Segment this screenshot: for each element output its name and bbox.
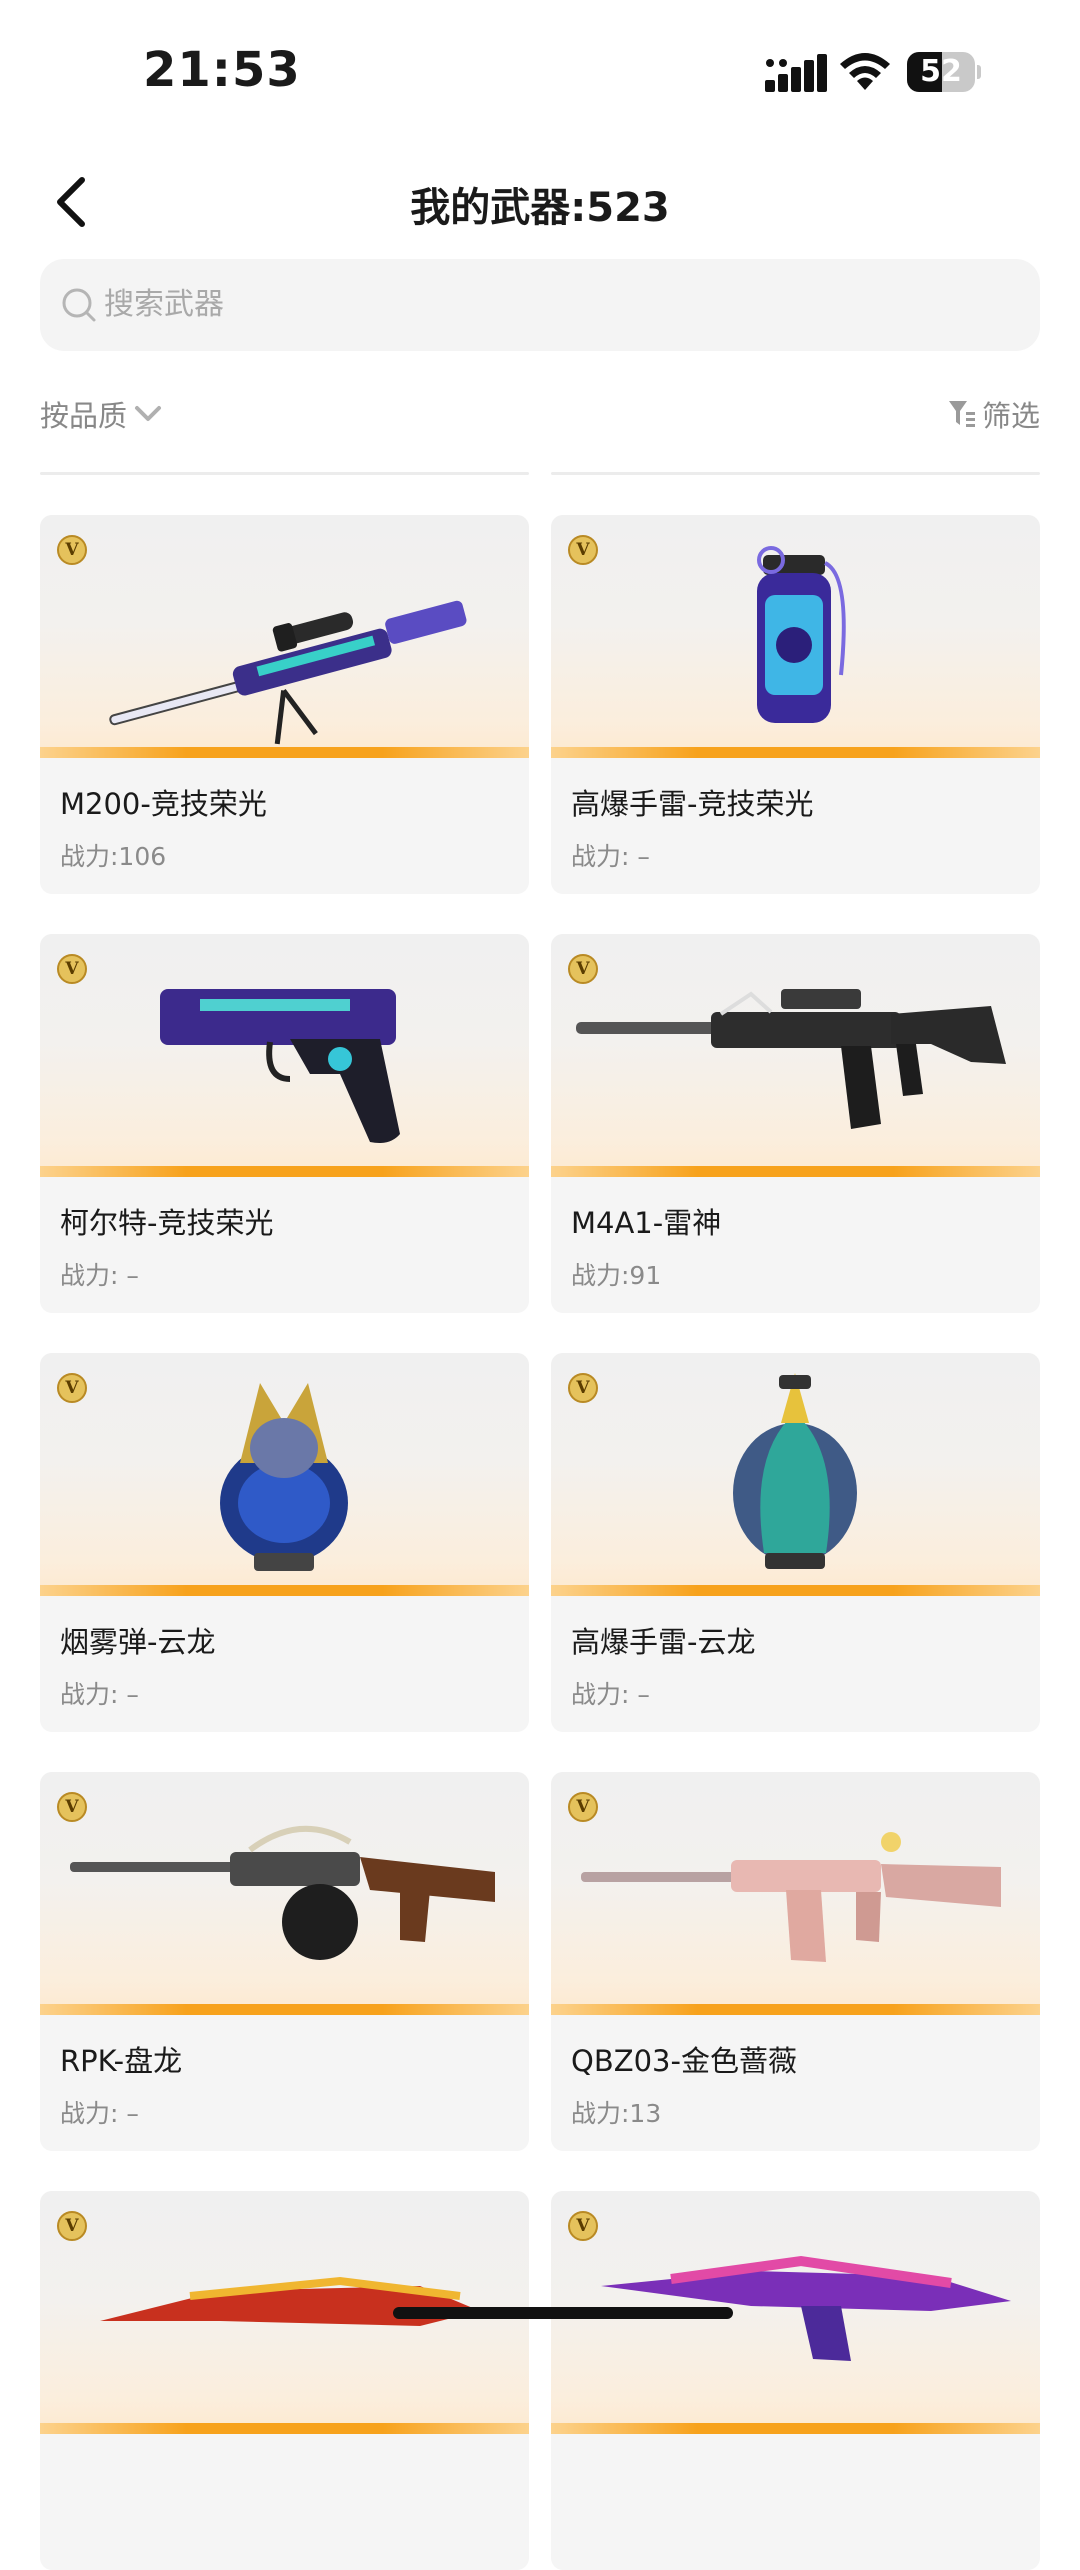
weapon-image: V	[551, 934, 1040, 1177]
grenade-icon	[757, 546, 846, 723]
v-badge: V	[57, 1373, 87, 1403]
weapon-card[interactable]: V 烟雾弹-云龙 战力: –	[40, 1353, 529, 1732]
weapon-power: 战力:13	[571, 2099, 662, 2128]
signal-icon	[765, 54, 827, 92]
weapon-name: 柯尔特-竞技荣光	[60, 1206, 274, 1240]
status-bar: 21:53 52	[0, 0, 1080, 130]
v-badge: V	[568, 1373, 598, 1403]
grenade-icon	[733, 1373, 857, 1569]
weapon-card[interactable]: V 高爆手雷-云龙 战力: –	[551, 1353, 1040, 1732]
weapon-image: V	[551, 1772, 1040, 2015]
weapon-power: 战力:91	[571, 1261, 662, 1290]
weapon-power: 战力: –	[60, 1261, 139, 1290]
search-icon	[62, 288, 96, 322]
weapon-name: M4A1-雷神	[571, 1206, 722, 1240]
v-badge: V	[568, 954, 598, 984]
weapon-power: 战力: –	[571, 1680, 650, 1709]
weapon-card[interactable]: V	[551, 2191, 1040, 2570]
pistol-icon	[160, 989, 400, 1143]
v-badge: V	[568, 535, 598, 565]
weapon-name: 高爆手雷-竞技荣光	[571, 787, 814, 821]
weapon-image: V	[40, 1772, 529, 2015]
home-indicator[interactable]	[393, 2307, 733, 2319]
battery-level-text: 52	[920, 54, 962, 89]
status-time: 21:53	[143, 42, 301, 98]
weapon-power: 战力: –	[571, 842, 650, 871]
v-badge: V	[57, 2211, 87, 2241]
weapon-card[interactable]: V 柯尔特-竞技荣光 战力: –	[40, 934, 529, 1313]
weapon-power: 战力: –	[60, 1680, 139, 1709]
weapon-card[interactable]: V	[40, 2191, 529, 2570]
weapon-name: QBZ03-金色蔷薇	[571, 2044, 797, 2078]
weapon-power: 战力:106	[60, 842, 167, 871]
weapon-image: V	[40, 1353, 529, 1596]
smoke-grenade-icon	[220, 1383, 348, 1571]
search-placeholder: 搜索武器	[104, 287, 224, 322]
machine-gun-icon	[70, 1825, 495, 1960]
sort-quality-dropdown[interactable]: 按品质	[40, 394, 163, 434]
weapon-image: V	[40, 934, 529, 1177]
assault-rifle-icon	[581, 1832, 1001, 1962]
v-badge: V	[568, 1792, 598, 1822]
battery-body: 52	[907, 52, 975, 92]
page-title: 我的武器:523	[410, 185, 670, 231]
battery-indicator: 52	[907, 52, 981, 92]
chevron-down-icon	[135, 406, 162, 421]
weapon-image: V	[551, 1353, 1040, 1596]
v-badge: V	[568, 2211, 598, 2241]
weapon-card[interactable]: V RPK-盘龙 战力: –	[40, 1772, 529, 2151]
search-input[interactable]: 搜索武器	[40, 259, 1040, 351]
battery-cap	[977, 65, 981, 79]
filter-button[interactable]: 筛选	[948, 394, 1040, 434]
weapon-card[interactable]: V M4A1-雷神 战力:91	[551, 934, 1040, 1313]
weapon-image: V	[40, 515, 529, 758]
weapon-name: 高爆手雷-云龙	[571, 1625, 756, 1659]
v-badge: V	[57, 954, 87, 984]
weapon-image: V	[551, 515, 1040, 758]
weapon-name: M200-竞技荣光	[60, 787, 267, 821]
filter-label: 筛选	[981, 399, 1040, 433]
wifi-icon	[840, 53, 890, 90]
weapon-name: RPK-盘龙	[60, 2044, 183, 2078]
card-peek-divider	[40, 472, 529, 475]
weapon-name: 烟雾弹-云龙	[60, 1625, 216, 1659]
assault-rifle-icon	[576, 989, 1006, 1129]
weapon-card[interactable]: V QBZ03-金色蔷薇 战力:13	[551, 1772, 1040, 2151]
v-badge: V	[57, 1792, 87, 1822]
sort-label: 按品质	[40, 399, 128, 433]
weapon-card[interactable]: V M200-竞技荣光 战力:106	[40, 515, 529, 894]
filter-icon	[948, 401, 975, 427]
sniper-rifle-icon	[109, 600, 467, 745]
v-badge: V	[57, 535, 87, 565]
weapon-power: 战力: –	[60, 2099, 139, 2128]
card-peek-divider	[551, 472, 1040, 475]
weapon-card[interactable]: V 高爆手雷-竞技荣光 战力: –	[551, 515, 1040, 894]
